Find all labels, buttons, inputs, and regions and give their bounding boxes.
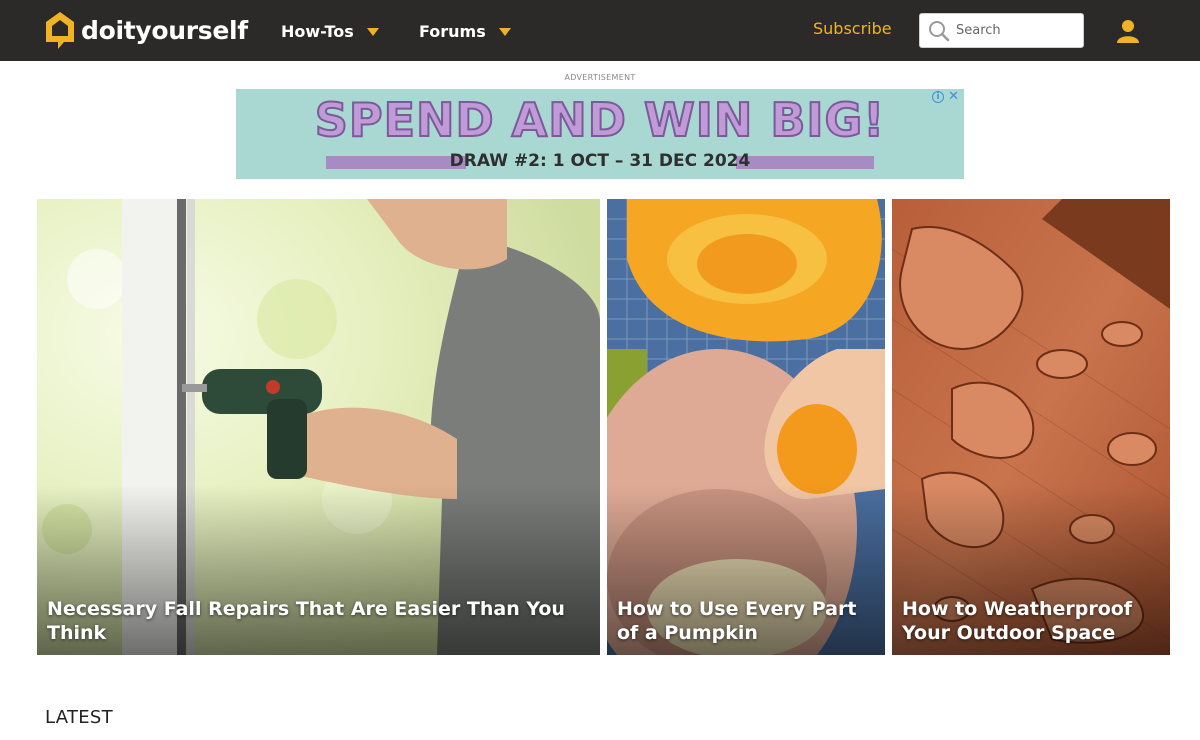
search-box[interactable] (919, 13, 1084, 48)
close-icon[interactable]: ✕ (948, 90, 959, 103)
ad-controls: i ✕ (932, 90, 959, 103)
user-account-icon[interactable] (1116, 19, 1140, 47)
advertisement-label: ADVERTISEMENT (564, 73, 636, 82)
info-icon[interactable]: i (932, 91, 945, 103)
search-input[interactable] (956, 23, 1076, 38)
chevron-down-icon (498, 28, 511, 36)
subscribe-link[interactable]: Subscribe (813, 19, 892, 38)
featured-card[interactable]: Necessary Fall Repairs That Are Easier T… (37, 199, 600, 655)
featured-card[interactable]: How to Use Every Part of a Pumpkin (607, 199, 885, 655)
nav-forums-label: Forums (419, 21, 486, 41)
house-logo-icon (46, 12, 74, 49)
ad-headline: SPEND AND WIN BIG! (314, 92, 886, 148)
nav-how-tos[interactable]: How-Tos (281, 19, 379, 43)
chevron-down-icon (366, 28, 379, 36)
search-icon (929, 20, 950, 41)
ad-banner[interactable]: SPEND AND WIN BIG! DRAW #2: 1 OCT – 31 D… (236, 89, 964, 179)
logo-text: doityourself (81, 15, 248, 45)
latest-heading: LATEST (45, 707, 113, 728)
card-title[interactable]: How to Use Every Part of a Pumpkin (617, 597, 873, 645)
nav-forums[interactable]: Forums (419, 19, 511, 43)
card-title[interactable]: Necessary Fall Repairs That Are Easier T… (47, 597, 588, 645)
site-logo[interactable]: doityourself (44, 10, 248, 50)
featured-card[interactable]: How to Weatherproof Your Outdoor Space (892, 199, 1170, 655)
nav-how-tos-label: How-Tos (281, 21, 354, 41)
card-title[interactable]: How to Weatherproof Your Outdoor Space (902, 597, 1158, 645)
site-header: doityourself How-Tos Forums Subscribe (0, 0, 1200, 61)
ad-subline: DRAW #2: 1 OCT – 31 DEC 2024 (449, 151, 751, 171)
